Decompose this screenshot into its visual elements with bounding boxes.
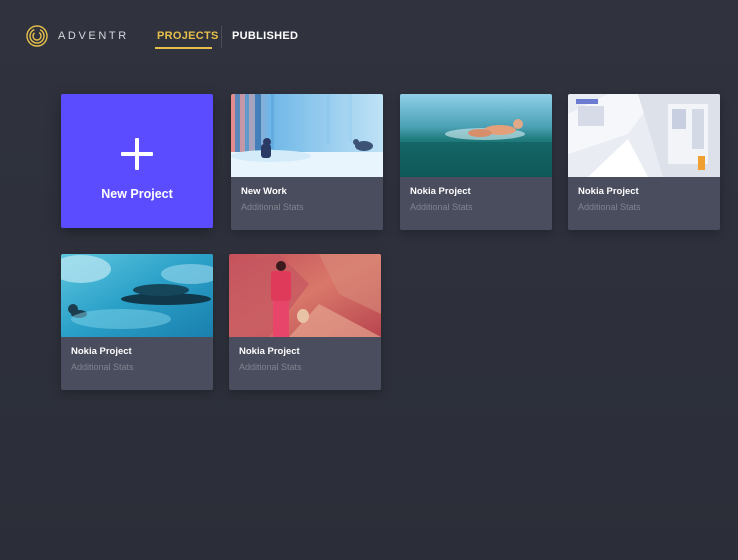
project-stats: Additional Stats xyxy=(410,202,473,212)
new-project-label: New Project xyxy=(101,187,173,201)
tab-projects[interactable]: PROJECTS xyxy=(157,30,219,42)
project-card[interactable]: New Work Additional Stats xyxy=(231,94,383,230)
project-card[interactable]: Nokia Project Additional Stats xyxy=(61,254,213,390)
plus-icon xyxy=(121,138,153,170)
active-tab-indicator xyxy=(155,47,212,49)
project-title: Nokia Project xyxy=(410,186,471,197)
project-title: Nokia Project xyxy=(71,346,132,357)
project-card[interactable]: Nokia Project Additional Stats xyxy=(400,94,552,230)
project-card[interactable]: Nokia Project Additional Stats xyxy=(568,94,720,230)
project-title: Nokia Project xyxy=(578,186,639,197)
project-stats: Additional Stats xyxy=(578,202,641,212)
project-title: Nokia Project xyxy=(239,346,300,357)
tab-divider xyxy=(221,26,222,48)
project-thumbnail xyxy=(400,94,552,177)
project-stats: Additional Stats xyxy=(241,202,304,212)
project-card[interactable]: Nokia Project Additional Stats xyxy=(229,254,381,390)
top-navigation-bar: ADVENTR PROJECTS PUBLISHED xyxy=(0,0,738,70)
brand-name: ADVENTR xyxy=(58,30,129,42)
project-thumbnail xyxy=(229,254,381,337)
new-project-button[interactable]: New Project xyxy=(61,94,213,228)
project-stats: Additional Stats xyxy=(71,362,134,372)
tab-published[interactable]: PUBLISHED xyxy=(232,30,298,42)
project-stats: Additional Stats xyxy=(239,362,302,372)
project-thumbnail xyxy=(568,94,720,177)
project-thumbnail xyxy=(231,94,383,177)
adventr-logo-icon[interactable] xyxy=(26,25,48,47)
project-title: New Work xyxy=(241,186,287,197)
project-thumbnail xyxy=(61,254,213,337)
